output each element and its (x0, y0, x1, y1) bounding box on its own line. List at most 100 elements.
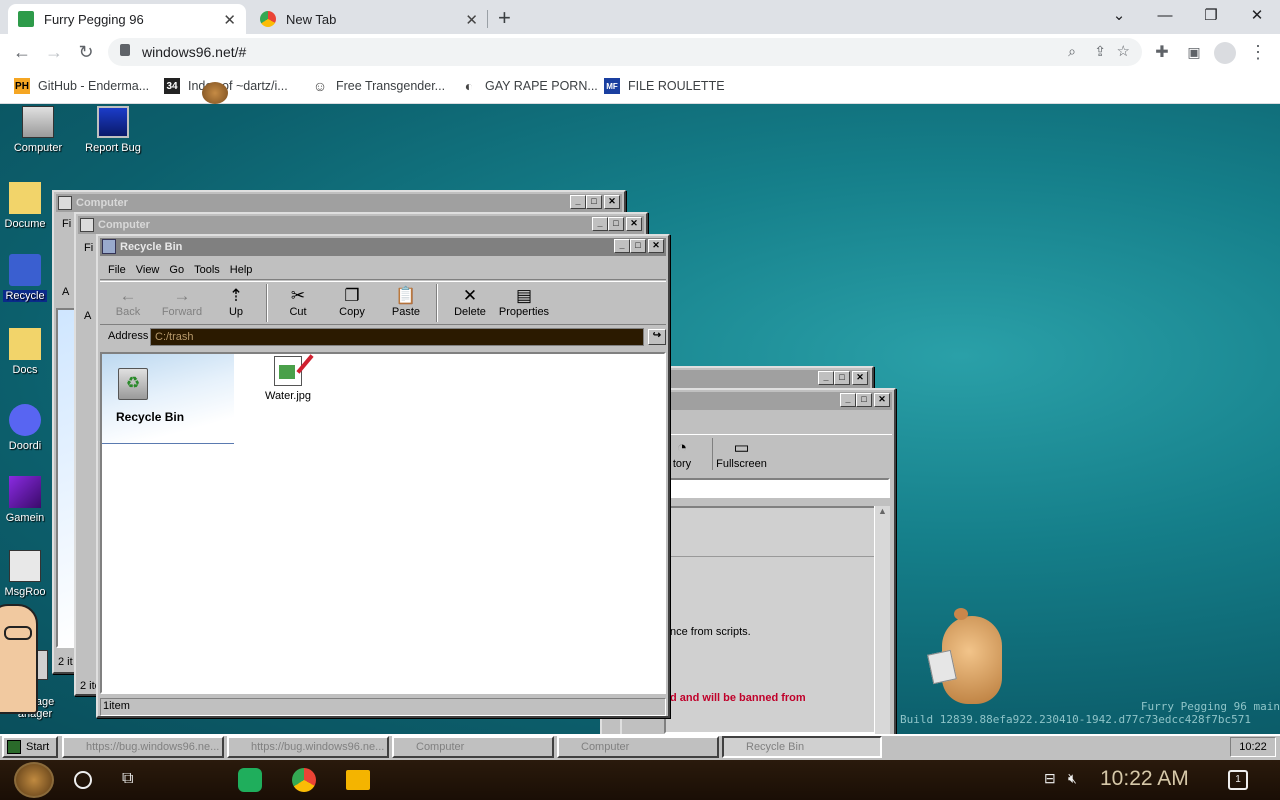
close-button[interactable]: ✕ (852, 371, 868, 385)
forward-button[interactable]: → Forward (158, 286, 206, 318)
close-button[interactable]: ✕ (626, 217, 642, 231)
window-controls: _ □ ✕ (570, 195, 620, 209)
reload-icon[interactable]: ↻ (72, 38, 100, 66)
delete-button[interactable]: ✕ Delete (448, 286, 492, 318)
menu-file[interactable]: Fi (62, 218, 71, 230)
bookmark-free-transgender[interactable]: ☺ Free Transgender... (312, 76, 445, 96)
desktop-icon-documents[interactable]: Docume (0, 182, 56, 230)
url-field[interactable] (664, 478, 890, 498)
up-button[interactable]: ⇡ Up (216, 286, 256, 318)
file-item[interactable]: Water.jpg (258, 354, 318, 402)
window-controls: _ □ ✕ (818, 371, 868, 385)
maximize-button[interactable]: □ (630, 239, 646, 253)
side-panel-icon[interactable]: ▣ (1180, 38, 1208, 66)
close-button[interactable]: ✕ (648, 239, 664, 253)
close-button[interactable]: ✕ (604, 195, 620, 209)
copy-icon: ❐ (344, 286, 360, 305)
desktop-icon-doordi[interactable]: Doordi (0, 404, 56, 452)
close-window-button[interactable]: ✕ (1234, 0, 1280, 30)
status-text: 1item (103, 700, 130, 712)
computer-icon (22, 106, 54, 138)
taskbar-button-computer-2[interactable]: Computer (557, 736, 719, 758)
maximize-button[interactable]: □ (856, 393, 872, 407)
notification-icon[interactable]: 1 (1228, 770, 1248, 790)
desktop-icon-docs[interactable]: Docs (0, 328, 56, 376)
close-button[interactable]: ✕ (874, 393, 890, 407)
sheets-app-icon[interactable] (238, 768, 262, 792)
tool-label: Delete (454, 306, 486, 318)
menu-tools[interactable]: Tools (194, 264, 220, 276)
window-titlebar[interactable]: Recycle Bin (100, 238, 666, 256)
close-tab-icon[interactable]: ✕ (465, 11, 478, 29)
launcher-gear-icon[interactable] (14, 762, 54, 798)
share-icon[interactable]: ⇪ (1094, 43, 1106, 60)
maximize-button[interactable]: □ (608, 217, 624, 231)
maximize-button[interactable]: □ (586, 195, 602, 209)
maximize-button[interactable]: □ (834, 371, 850, 385)
minimize-button[interactable]: _ (570, 195, 586, 209)
back-arrow-icon: ← (119, 286, 137, 305)
desktop-icon-recycle[interactable]: Recycle (0, 254, 56, 302)
game-cube-icon (9, 476, 41, 508)
content-text: nce from scripts. (670, 626, 751, 638)
minimize-button[interactable]: _ (840, 393, 856, 407)
desktop-icon-report-bug[interactable]: Report Bug (76, 106, 150, 154)
minimize-button[interactable]: _ (614, 239, 630, 253)
forward-arrow-icon[interactable]: → (40, 38, 68, 66)
new-tab-button[interactable]: + (498, 5, 511, 31)
address-field[interactable]: C:/trash (150, 328, 644, 346)
desktop-icon-msgroo[interactable]: MsgRoo (0, 550, 56, 598)
scrollbar[interactable]: ▲ (874, 506, 890, 734)
taskbar-button-bug-2[interactable]: https://bug.windows96.ne... (227, 736, 389, 758)
tab-search-icon[interactable]: ⌄ (1096, 0, 1142, 30)
start-button[interactable]: Start (2, 736, 58, 758)
minimize-button[interactable]: _ (592, 217, 608, 231)
desktop-icon-gamein[interactable]: Gamein (0, 476, 56, 524)
copy-button[interactable]: ❐ Copy (332, 286, 372, 318)
profile-avatar-icon[interactable] (1214, 42, 1236, 64)
network-icon[interactable]: ⊟ (1044, 770, 1056, 787)
properties-button[interactable]: ▤ Properties (496, 286, 552, 318)
zoom-search-icon[interactable]: ⌕ (1068, 43, 1076, 60)
desktop-icon-computer[interactable]: Computer (1, 106, 75, 154)
shelf-clock[interactable]: 10:22 AM (1100, 767, 1189, 791)
taskbar-button-bug-1[interactable]: https://bug.windows96.ne... (62, 736, 224, 758)
bookmark-file-roulette[interactable]: MF FILE ROULETTE (604, 76, 725, 96)
tab-furry-pegging[interactable]: Furry Pegging 96 ✕ (8, 4, 246, 34)
tool-label: Copy (339, 306, 365, 318)
window-controls: _ □ ✕ (614, 239, 664, 253)
menu-help[interactable]: Help (230, 264, 253, 276)
address-bar[interactable]: windows96.net/# ⌕ ⇪ ☆ (108, 38, 1142, 66)
taskbar-button-computer-1[interactable]: Computer (392, 736, 554, 758)
bookmark-star-icon[interactable]: ☆ (1117, 42, 1130, 60)
close-tab-icon[interactable]: ✕ (223, 11, 236, 29)
volume-muted-icon[interactable]: 🔇︎ (1068, 770, 1077, 787)
menu-file[interactable]: Fi (84, 242, 93, 254)
menu-view[interactable]: View (136, 264, 160, 276)
go-arrow-icon[interactable]: ↪ (648, 329, 666, 345)
files-app-icon[interactable] (346, 770, 370, 790)
tab-new-tab[interactable]: New Tab ✕ (250, 4, 488, 34)
menu-file[interactable]: File (108, 264, 126, 276)
scroll-up-icon[interactable]: ▲ (875, 506, 890, 520)
toolbar-divider (436, 284, 438, 322)
cut-button[interactable]: ✂ Cut (278, 286, 318, 318)
message-room-icon (9, 550, 41, 582)
taskbar-button-recycle-bin[interactable]: Recycle Bin (722, 736, 882, 758)
extensions-puzzle-icon[interactable]: ✚ (1148, 38, 1176, 66)
minimize-window-button[interactable]: — (1142, 0, 1188, 30)
menu-go[interactable]: Go (169, 264, 184, 276)
back-arrow-icon[interactable]: ← (8, 38, 36, 66)
restore-window-button[interactable]: ❐ (1188, 0, 1234, 30)
home-circle-icon[interactable] (74, 771, 92, 789)
menu-kebab-icon[interactable]: ⋮ (1244, 38, 1272, 66)
chrome-app-icon[interactable] (292, 768, 316, 792)
bookmark-gay-rape[interactable]: ◐ GAY RAPE PORN... (461, 76, 598, 96)
overview-icon[interactable]: ⧉ (122, 770, 133, 788)
paste-button[interactable]: 📋 Paste (386, 286, 426, 318)
minimize-button[interactable]: _ (818, 371, 834, 385)
bookmark-github[interactable]: PH GitHub - Enderma... (14, 76, 149, 96)
back-button[interactable]: ← Back (108, 286, 148, 318)
tray-clock[interactable]: 10:22 (1230, 737, 1276, 757)
fullscreen-button[interactable]: ▭ Fullscreen (712, 438, 770, 470)
